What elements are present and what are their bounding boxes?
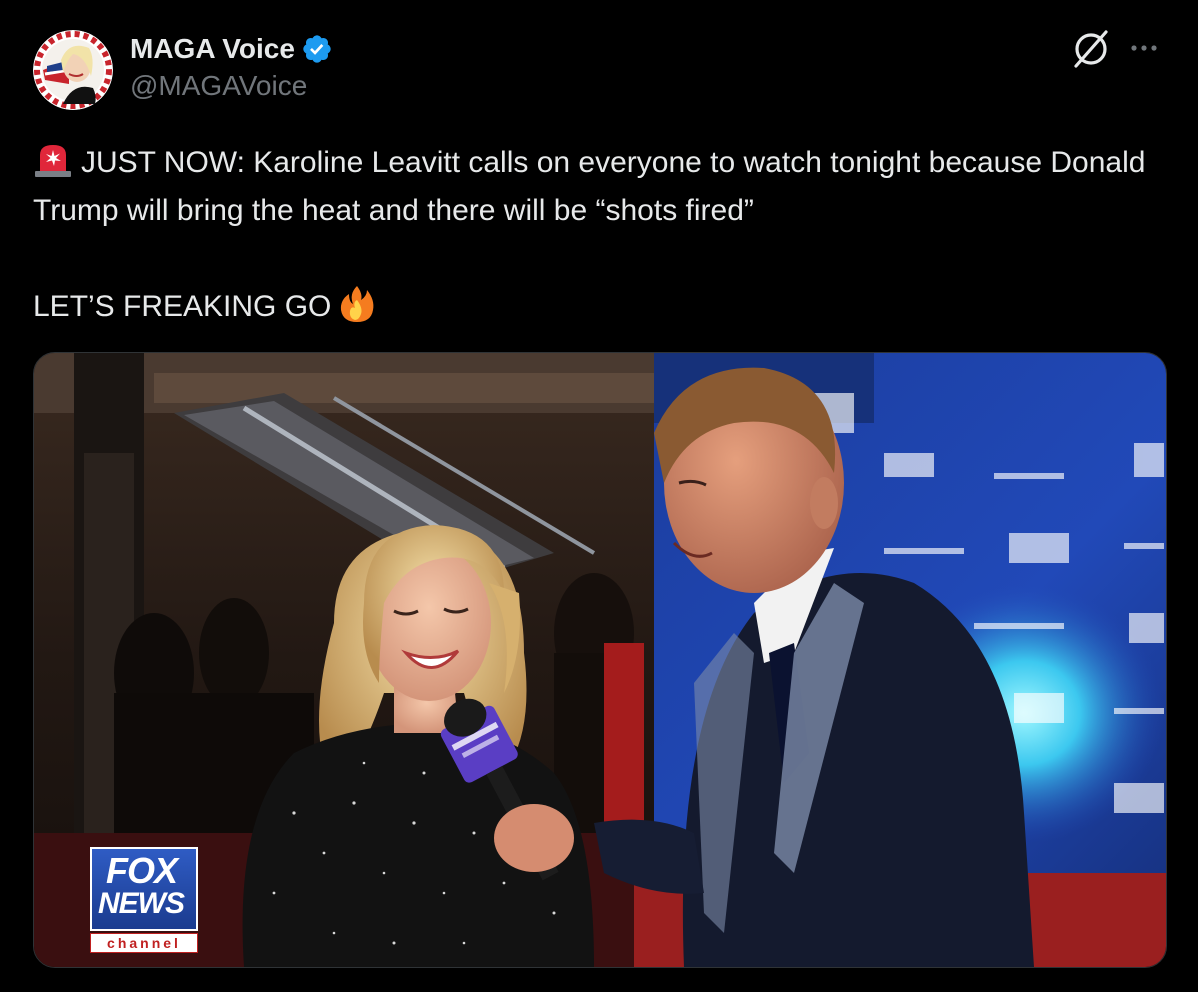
- tweet-text-line2: LET’S FREAKING GO: [33, 283, 1173, 331]
- video-frame: [34, 353, 1166, 967]
- more-icon[interactable]: [1126, 36, 1166, 60]
- verified-badge-icon[interactable]: [301, 33, 333, 65]
- tweet-author: MAGA Voice @MAGAVoice: [130, 32, 333, 102]
- author-display-name[interactable]: MAGA Voice: [130, 33, 295, 65]
- news-logo-text: NEWS: [98, 887, 185, 920]
- tweet-text-line1: JUST NOW: Karoline Leavitt calls on ever…: [33, 139, 1173, 235]
- fox-news-logo-box: FOX NEWS: [90, 847, 198, 931]
- tweet-video[interactable]: FOX NEWS channel: [33, 352, 1167, 968]
- tweet-body-text: JUST NOW: Karoline Leavitt calls on ever…: [33, 146, 1146, 227]
- fox-logo-text: FOX: [106, 850, 178, 891]
- channel-logo-text: channel: [107, 935, 181, 951]
- avatar[interactable]: [33, 30, 113, 110]
- author-handle[interactable]: @MAGAVoice: [130, 70, 333, 102]
- grok-icon[interactable]: [1068, 26, 1114, 72]
- channel-logo-bar: channel: [90, 933, 198, 953]
- author-name-row: MAGA Voice: [130, 32, 333, 66]
- tweet: MAGA Voice @MAGAVoice JUST NOW: Karoline…: [0, 0, 1198, 992]
- tweet-exclamation-text: LET’S FREAKING GO: [33, 290, 332, 323]
- fire-icon: [337, 284, 377, 324]
- tweet-text: JUST NOW: Karoline Leavitt calls on ever…: [33, 139, 1173, 331]
- fox-news-logo: FOX NEWS channel: [90, 847, 200, 957]
- rotating-light-icon: [33, 141, 73, 177]
